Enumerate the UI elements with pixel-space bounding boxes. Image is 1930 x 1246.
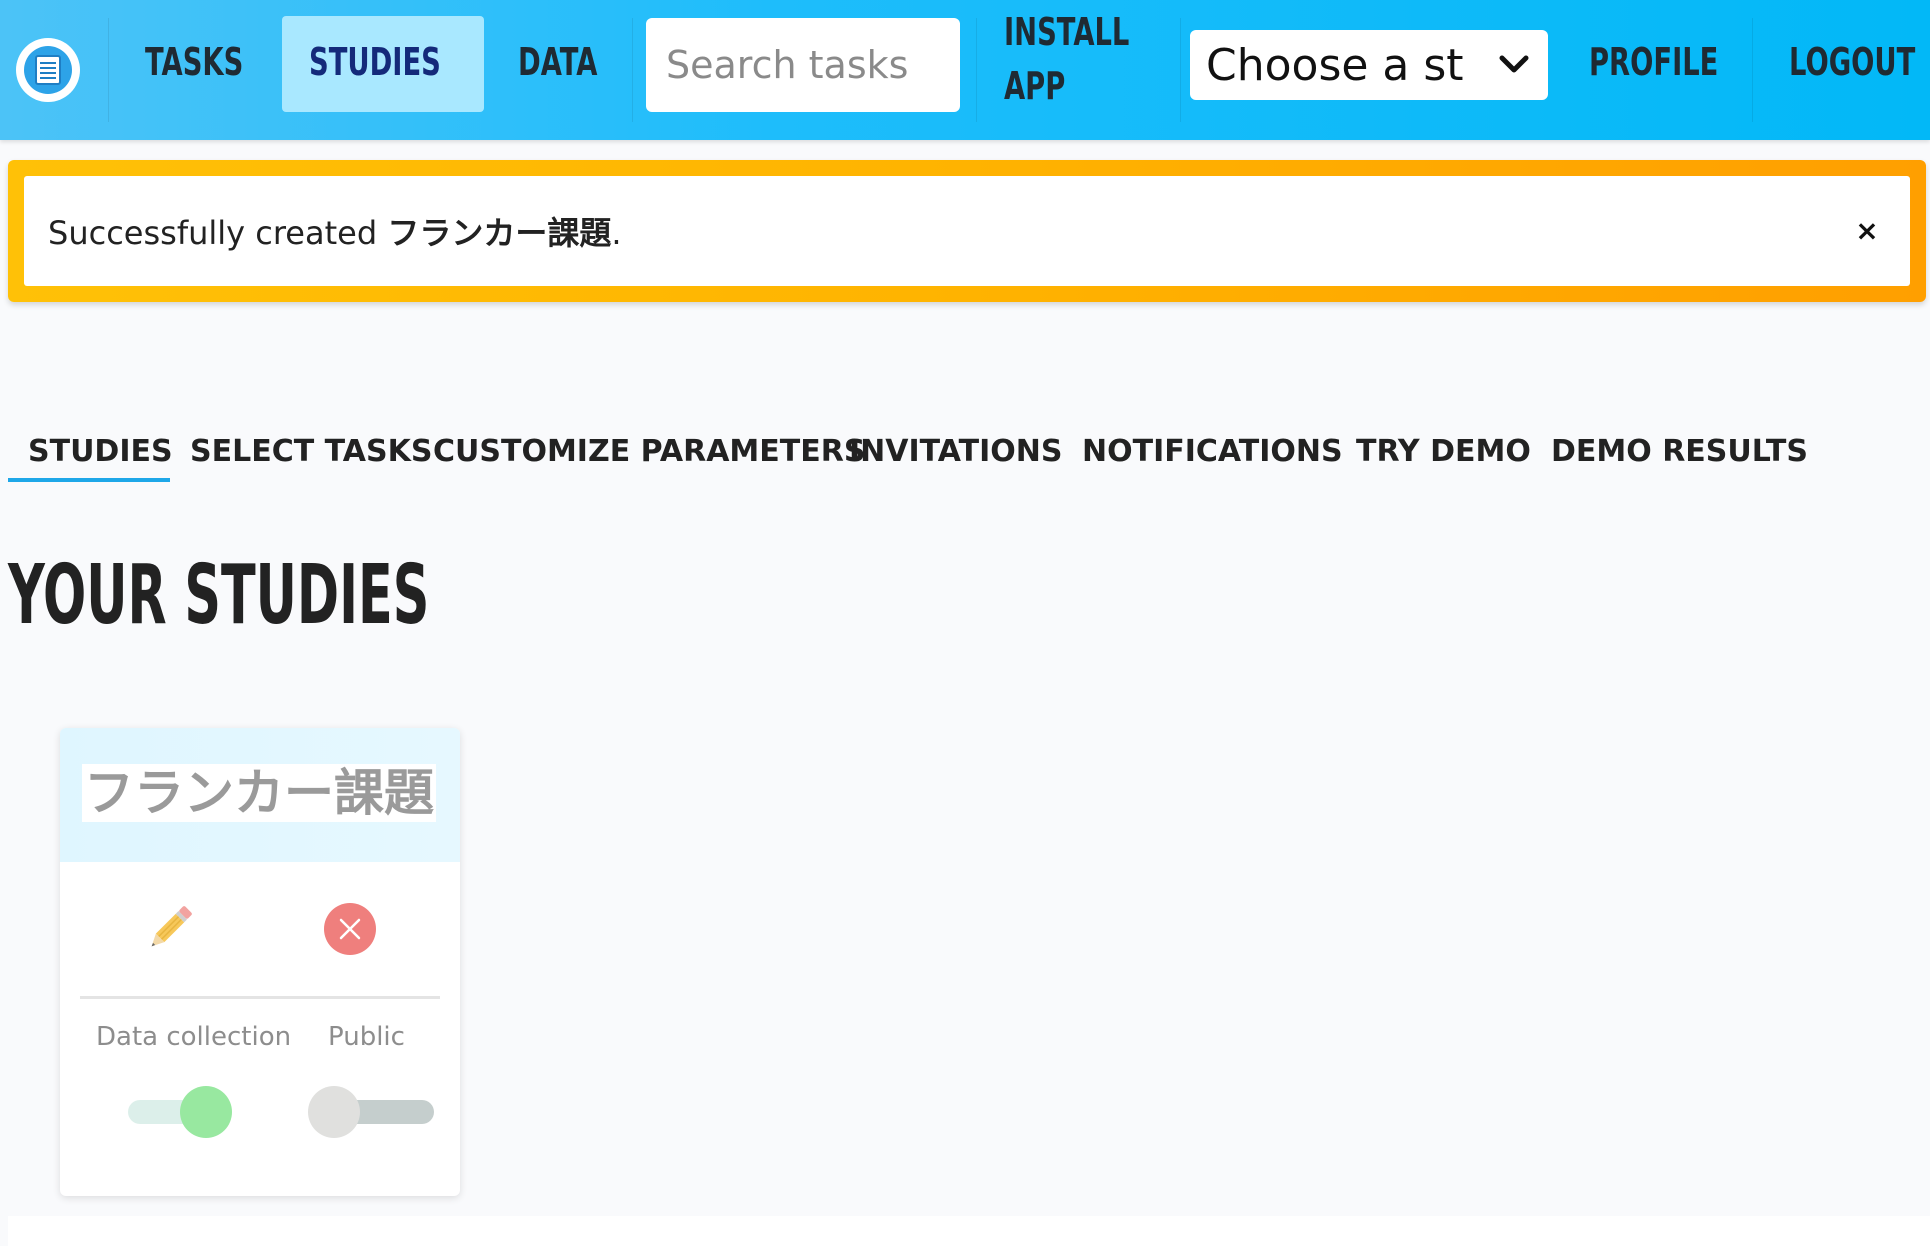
nav-divider <box>1180 18 1181 122</box>
alert-study-name: フランカー課題 <box>387 214 612 252</box>
data-collection-label: Data collection <box>96 1022 292 1052</box>
card-divider <box>80 996 440 999</box>
toggle-knob <box>308 1086 360 1138</box>
nav-link-logout[interactable]: LOGOUT <box>1789 40 1915 84</box>
nav-divider <box>976 18 977 122</box>
top-navbar: TASKS STUDIES DATA INSTALL APP Choose a … <box>0 0 1930 140</box>
page-title: YOUR STUDIES <box>8 548 430 643</box>
close-icon <box>339 918 361 940</box>
install-app-line1: INSTALL <box>1004 10 1130 54</box>
success-alert-message: Successfully created フランカー課題. <box>48 208 622 254</box>
nav-divider <box>632 18 633 122</box>
nav-divider <box>1752 18 1753 122</box>
close-icon[interactable]: × <box>1850 214 1884 248</box>
app-logo[interactable] <box>16 38 80 102</box>
tab-studies[interactable]: STUDIES <box>28 434 173 469</box>
install-app-line2: APP <box>1004 64 1066 108</box>
study-select-value: Choose a st <box>1206 39 1464 91</box>
tab-try-demo[interactable]: TRY DEMO <box>1356 434 1531 469</box>
study-card-title: フランカー課題 <box>84 764 434 822</box>
study-card-header: フランカー課題 <box>60 728 460 862</box>
nav-divider <box>108 18 109 122</box>
tab-invitations[interactable]: INVITATIONS <box>849 434 1063 469</box>
tab-active-indicator <box>8 478 170 482</box>
search-input[interactable] <box>646 18 960 112</box>
study-card: フランカー課題 Data collection Public <box>60 728 460 1196</box>
pencil-icon[interactable] <box>142 900 198 956</box>
alert-suffix: . <box>611 214 622 252</box>
public-label: Public <box>328 1022 405 1052</box>
tab-select-tasks[interactable]: SELECT TASKS <box>190 434 432 469</box>
document-icon <box>24 46 72 94</box>
tab-customize-parameters[interactable]: CUSTOMIZE PARAMETERS <box>433 434 865 469</box>
chevron-down-icon <box>1499 55 1529 73</box>
nav-link-install-app[interactable]: INSTALL APP <box>1004 10 1154 130</box>
nav-link-data[interactable]: DATA <box>518 40 597 84</box>
tab-notifications[interactable]: NOTIFICATIONS <box>1082 434 1343 469</box>
data-collection-toggle[interactable] <box>128 1084 248 1140</box>
toggle-knob <box>180 1086 232 1138</box>
delete-icon[interactable] <box>324 903 376 955</box>
study-select[interactable]: Choose a st <box>1190 30 1548 100</box>
tab-demo-results[interactable]: DEMO RESULTS <box>1551 434 1808 469</box>
nav-link-studies[interactable]: STUDIES <box>309 40 441 84</box>
alert-prefix: Successfully created <box>48 214 388 252</box>
nav-link-tasks[interactable]: TASKS <box>145 40 243 84</box>
nav-link-profile[interactable]: PROFILE <box>1589 40 1718 84</box>
public-toggle[interactable] <box>308 1084 438 1140</box>
